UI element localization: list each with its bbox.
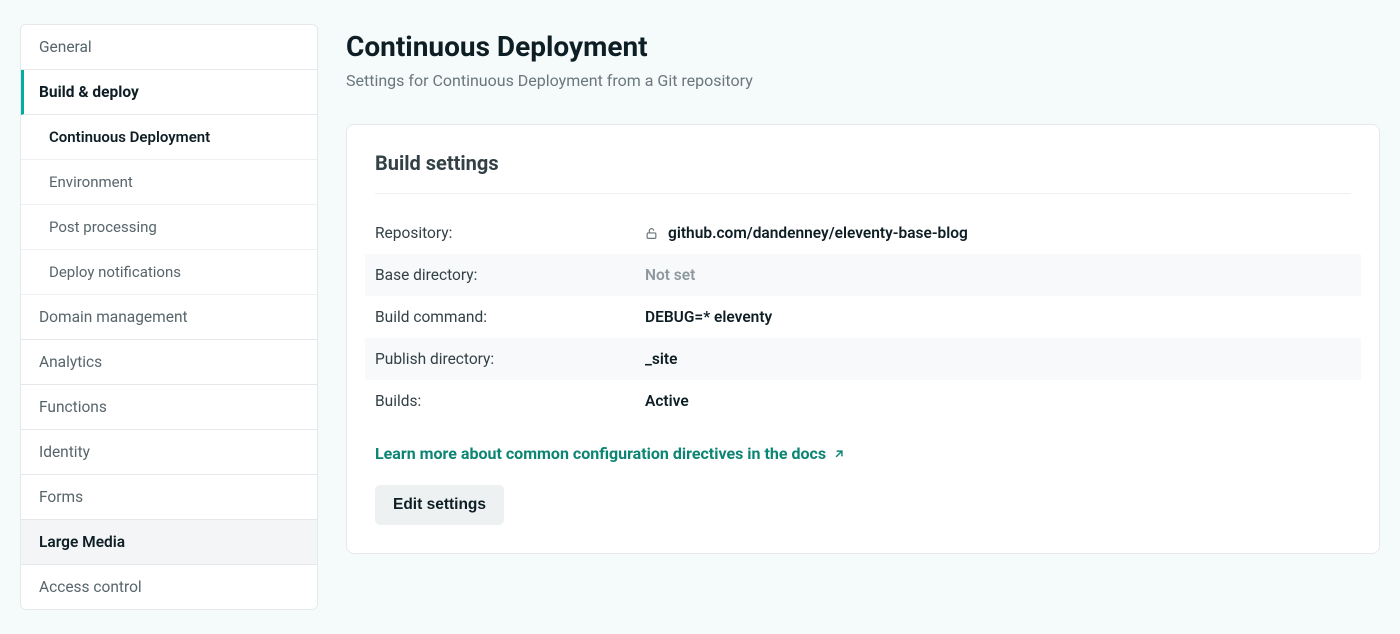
setting-label-builds: Builds: (375, 392, 645, 410)
setting-label-publishdir: Publish directory: (375, 350, 645, 368)
setting-label-buildcmd: Build command: (375, 308, 645, 326)
page-subtitle: Settings for Continuous Deployment from … (346, 71, 1380, 90)
setting-label-basedir: Base directory: (375, 266, 645, 284)
docs-link-text: Learn more about common configuration di… (375, 444, 826, 463)
edit-settings-button[interactable]: Edit settings (375, 485, 504, 525)
sidebar-subitem-environment[interactable]: Environment (21, 160, 317, 205)
settings-sidebar: General Build & deploy Continuous Deploy… (20, 24, 318, 610)
sidebar-item-general[interactable]: General (21, 25, 317, 70)
repository-link-text: github.com/dandenney/eleventy-base-blog (668, 224, 968, 242)
sidebar-subitem-continuous-deployment[interactable]: Continuous Deployment (21, 115, 317, 160)
page-title: Continuous Deployment (346, 30, 1380, 63)
sidebar-item-large-media[interactable]: Large Media (21, 520, 317, 565)
sidebar-item-build-deploy[interactable]: Build & deploy (21, 70, 317, 115)
sidebar-subitem-deploy-notifications[interactable]: Deploy notifications (21, 250, 317, 295)
card-title: Build settings (375, 151, 1351, 194)
sidebar-item-access-control[interactable]: Access control (21, 565, 317, 609)
setting-value-builds: Active (645, 392, 689, 410)
setting-value-publishdir: _site (645, 350, 677, 368)
setting-value-repository: github.com/dandenney/eleventy-base-blog (645, 224, 968, 242)
setting-value-basedir: Not set (645, 266, 695, 284)
sidebar-item-identity[interactable]: Identity (21, 430, 317, 475)
main-content: Continuous Deployment Settings for Conti… (346, 24, 1380, 610)
setting-row-repository: Repository: github.com/dandenney/elevent… (375, 212, 1351, 254)
setting-row-publishdir: Publish directory: _site (365, 338, 1361, 380)
build-settings-card: Build settings Repository: github.com/da… (346, 124, 1380, 554)
setting-row-buildcmd: Build command: DEBUG=* eleventy (375, 296, 1351, 338)
sidebar-subitem-post-processing[interactable]: Post processing (21, 205, 317, 250)
setting-label-repository: Repository: (375, 224, 645, 242)
docs-link[interactable]: Learn more about common configuration di… (375, 444, 846, 463)
setting-row-basedir: Base directory: Not set (365, 254, 1361, 296)
setting-value-buildcmd: DEBUG=* eleventy (645, 308, 772, 326)
settings-table: Repository: github.com/dandenney/elevent… (375, 212, 1351, 422)
unlock-icon (645, 226, 658, 241)
sidebar-item-functions[interactable]: Functions (21, 385, 317, 430)
sidebar-item-analytics[interactable]: Analytics (21, 340, 317, 385)
external-link-icon (832, 447, 846, 461)
sidebar-item-forms[interactable]: Forms (21, 475, 317, 520)
sidebar-item-domain-management[interactable]: Domain management (21, 295, 317, 340)
setting-row-builds: Builds: Active (375, 380, 1351, 422)
